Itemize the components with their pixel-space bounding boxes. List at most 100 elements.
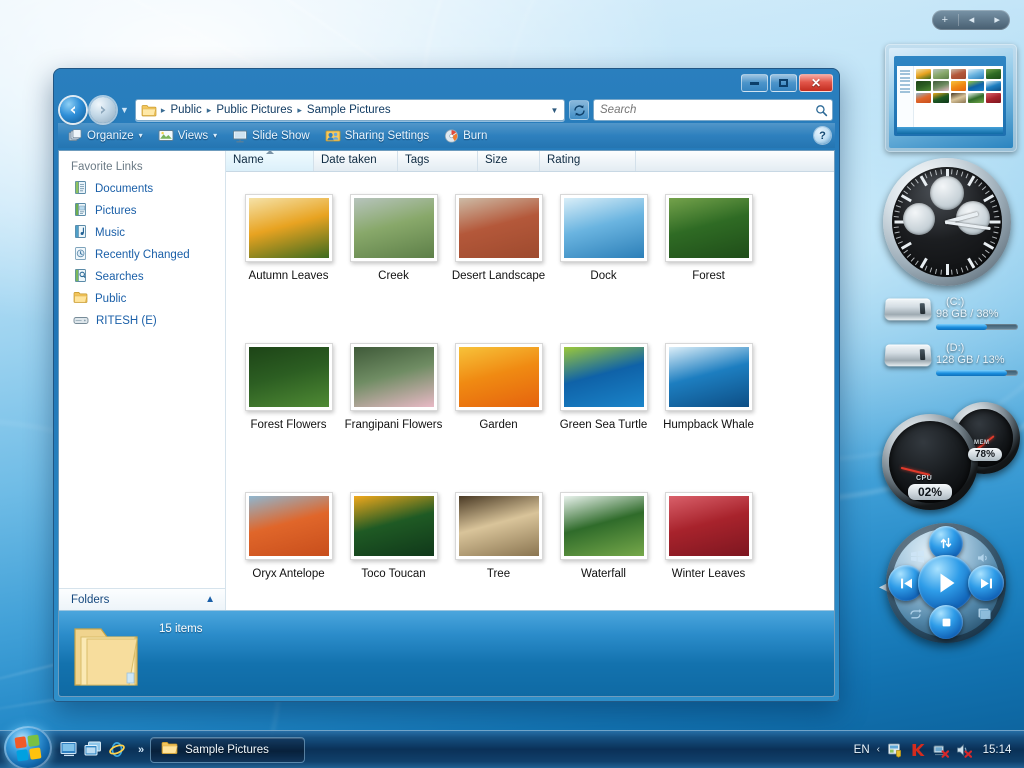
column-header-date-taken[interactable]: Date taken: [314, 151, 398, 171]
file-list-pane[interactable]: Name Date taken Tags Size Rating Autumn …: [226, 151, 834, 610]
address-bar[interactable]: ▸ Public ▸ Public Pictures ▸ Sample Pict…: [134, 99, 565, 121]
help-icon[interactable]: ?: [814, 127, 831, 144]
thumbnail-frame[interactable]: [349, 194, 438, 262]
refresh-button[interactable]: [569, 100, 589, 120]
thumbnail-frame[interactable]: [349, 343, 438, 411]
thumbnail-frame[interactable]: [664, 194, 753, 262]
thumbnail-frame[interactable]: [244, 194, 333, 262]
thumbnail-frame[interactable]: [454, 492, 543, 560]
thumbnail-image[interactable]: [353, 198, 434, 258]
file-item[interactable]: Green Sea Turtle: [551, 343, 656, 492]
thumbnail-frame[interactable]: [244, 343, 333, 411]
thumbnail-image[interactable]: [248, 347, 329, 407]
thumbnail-image[interactable]: [563, 496, 644, 556]
playlist-icon[interactable]: [977, 607, 992, 620]
file-item[interactable]: Creek: [341, 194, 446, 343]
thumbnail-image[interactable]: [563, 198, 644, 258]
maximize-button[interactable]: [770, 74, 797, 92]
views-button[interactable]: Views ▾: [152, 127, 223, 144]
stop-button[interactable]: [929, 605, 963, 639]
volume-muted-icon[interactable]: [956, 742, 973, 758]
search-box[interactable]: [593, 99, 833, 121]
repeat-icon[interactable]: [908, 608, 923, 621]
file-item[interactable]: Dock: [551, 194, 656, 343]
file-item[interactable]: Garden: [446, 343, 551, 492]
thumbnail-frame[interactable]: [664, 492, 753, 560]
thumbnail-frame[interactable]: [454, 343, 543, 411]
windows-logo-icon[interactable]: [910, 550, 925, 563]
language-indicator[interactable]: EN: [854, 744, 870, 756]
folders-pane-toggle[interactable]: Folders ▲: [59, 588, 225, 610]
burn-button[interactable]: Burn: [438, 127, 493, 145]
thumbnail-image[interactable]: [668, 496, 749, 556]
organize-button[interactable]: Organize ▾: [62, 127, 149, 145]
desktop[interactable]: ✕ ▼ ▸ Public ▸ Public Pictures ▸ Sample …: [0, 0, 1024, 768]
minimize-button[interactable]: [741, 74, 768, 92]
file-item[interactable]: Humpback Whale: [656, 343, 761, 492]
sidebar-item-searches[interactable]: Searches: [59, 266, 225, 288]
cpu-meter-gadget[interactable]: MEM 78% CPU 02%: [882, 402, 1022, 512]
switch-windows-icon[interactable]: [84, 741, 102, 759]
breadcrumb-item-public-pictures[interactable]: Public Pictures: [213, 103, 295, 117]
column-header-size[interactable]: Size: [478, 151, 540, 171]
thumbnail-image[interactable]: [458, 198, 539, 258]
close-button[interactable]: ✕: [799, 74, 833, 92]
file-item[interactable]: Forest Flowers: [236, 343, 341, 492]
file-item[interactable]: Desert Landscape: [446, 194, 551, 343]
thumbnail-image[interactable]: [248, 198, 329, 258]
window-preview-gadget[interactable]: [885, 44, 1017, 152]
sharing-settings-button[interactable]: Sharing Settings: [319, 127, 435, 145]
thumbnail-frame[interactable]: [559, 194, 648, 262]
quick-launch-overflow-icon[interactable]: »: [138, 744, 144, 756]
chevron-down-icon[interactable]: ▼: [120, 105, 129, 115]
tray-overflow-icon[interactable]: ‹: [877, 744, 880, 755]
analog-clock-gadget[interactable]: [883, 158, 1011, 286]
previous-gadget-button[interactable]: ◂: [959, 10, 985, 30]
title-bar[interactable]: ✕: [58, 71, 835, 97]
internet-explorer-icon[interactable]: [108, 741, 126, 759]
add-gadget-button[interactable]: +: [932, 10, 958, 30]
show-desktop-icon[interactable]: [60, 741, 78, 759]
sidebar-item-public[interactable]: Public: [59, 288, 225, 310]
next-button[interactable]: [968, 565, 1004, 601]
explorer-window[interactable]: ✕ ▼ ▸ Public ▸ Public Pictures ▸ Sample …: [53, 68, 840, 702]
thumbnail-image[interactable]: [248, 496, 329, 556]
file-item[interactable]: Winter Leaves: [656, 492, 761, 610]
thumbnail-image[interactable]: [458, 496, 539, 556]
clock[interactable]: 15:14: [979, 744, 1015, 756]
forward-button[interactable]: [90, 97, 116, 123]
sidebar-item-music[interactable]: Music: [59, 222, 225, 244]
drive-d[interactable]: (D:) 128 GB / 13%: [880, 342, 1024, 382]
file-item[interactable]: Waterfall: [551, 492, 656, 610]
kaspersky-icon[interactable]: [910, 742, 926, 758]
file-item[interactable]: Toco Toucan: [341, 492, 446, 610]
drive-c[interactable]: (C:) 98 GB / 38%: [880, 296, 1024, 336]
file-item[interactable]: Forest: [656, 194, 761, 343]
thumbnail-frame[interactable]: [559, 492, 648, 560]
thumbnail-frame[interactable]: [664, 343, 753, 411]
thumbnail-image[interactable]: [668, 198, 749, 258]
column-header-name[interactable]: Name: [226, 151, 314, 171]
slide-show-button[interactable]: Slide Show: [226, 127, 316, 145]
back-button[interactable]: [60, 97, 86, 123]
file-item[interactable]: Oryx Antelope: [236, 492, 341, 610]
media-control-gadget[interactable]: ◀: [879, 520, 1024, 650]
task-button-sample-pictures[interactable]: Sample Pictures: [150, 736, 306, 763]
search-icon[interactable]: [815, 104, 828, 117]
volume-icon[interactable]: [976, 552, 991, 565]
thumbnail-image[interactable]: [458, 347, 539, 407]
thumbnail-image[interactable]: [353, 496, 434, 556]
thumbnail-image[interactable]: [668, 347, 749, 407]
file-item[interactable]: Frangipani Flowers: [341, 343, 446, 492]
sidebar-item-pictures[interactable]: Pictures: [59, 200, 225, 222]
breadcrumb-item-sample-pictures[interactable]: Sample Pictures: [304, 103, 394, 117]
thumbnail-frame[interactable]: [559, 343, 648, 411]
thumbnail-image[interactable]: [353, 347, 434, 407]
thumbnail-grid[interactable]: Autumn Leaves Creek Desert Landscape Dock Fo…: [226, 172, 834, 610]
chevron-down-icon[interactable]: ▼: [547, 106, 562, 115]
security-center-icon[interactable]: [887, 742, 903, 758]
search-input[interactable]: [600, 104, 815, 116]
play-button[interactable]: [918, 555, 974, 611]
file-item[interactable]: Autumn Leaves: [236, 194, 341, 343]
sidebar-item-documents[interactable]: Documents: [59, 178, 225, 200]
